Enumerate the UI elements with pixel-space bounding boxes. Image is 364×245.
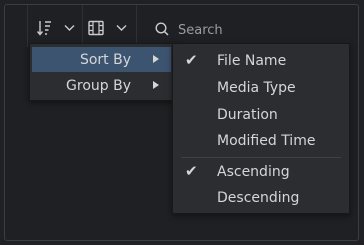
toolbar-divider <box>27 5 28 47</box>
options-menu: Sort By Group By <box>29 43 174 101</box>
menu-item-label: Duration <box>217 107 278 123</box>
toolbar-divider <box>82 5 83 47</box>
menu-divider <box>181 157 341 158</box>
menu-item-label: Descending <box>217 190 300 206</box>
search-field[interactable]: Search <box>155 19 223 41</box>
checkmark-icon: ✔ <box>185 162 198 180</box>
menu-item-group-by[interactable]: Group By <box>32 73 171 98</box>
sort-option-duration[interactable]: Duration <box>175 102 347 128</box>
toolbar: Search <box>5 5 358 47</box>
sort-by-submenu: ✔ File Name Media Type Duration Modified… <box>172 43 350 214</box>
checkmark-icon: ✔ <box>185 51 198 69</box>
sort-menu-button[interactable] <box>36 17 75 39</box>
menu-item-label: Group By <box>66 77 131 94</box>
menu-item-label: Ascending <box>217 164 290 180</box>
submenu-arrow-icon <box>153 81 159 89</box>
menu-item-label: Sort By <box>79 51 131 68</box>
search-placeholder[interactable]: Search <box>178 23 223 38</box>
sort-order-ascending[interactable]: ✔ Ascending <box>175 159 347 185</box>
sort-option-media-type[interactable]: Media Type <box>175 75 347 101</box>
submenu-arrow-icon <box>153 55 159 63</box>
search-icon <box>155 21 169 40</box>
view-menu-button[interactable] <box>88 17 127 39</box>
sort-order-descending[interactable]: Descending <box>175 185 347 211</box>
chevron-down-icon <box>116 24 127 32</box>
sort-option-modified-time[interactable]: Modified Time <box>175 128 347 154</box>
sort-descending-icon <box>36 19 52 37</box>
toolbar-divider <box>136 5 137 47</box>
sort-option-file-name[interactable]: ✔ File Name <box>175 48 347 74</box>
film-grid-icon <box>88 20 104 36</box>
chevron-down-icon <box>64 24 75 32</box>
menu-item-label: Media Type <box>217 80 296 96</box>
menu-item-label: Modified Time <box>217 133 316 149</box>
menu-item-sort-by[interactable]: Sort By <box>32 47 171 72</box>
menu-item-label: File Name <box>217 53 287 69</box>
